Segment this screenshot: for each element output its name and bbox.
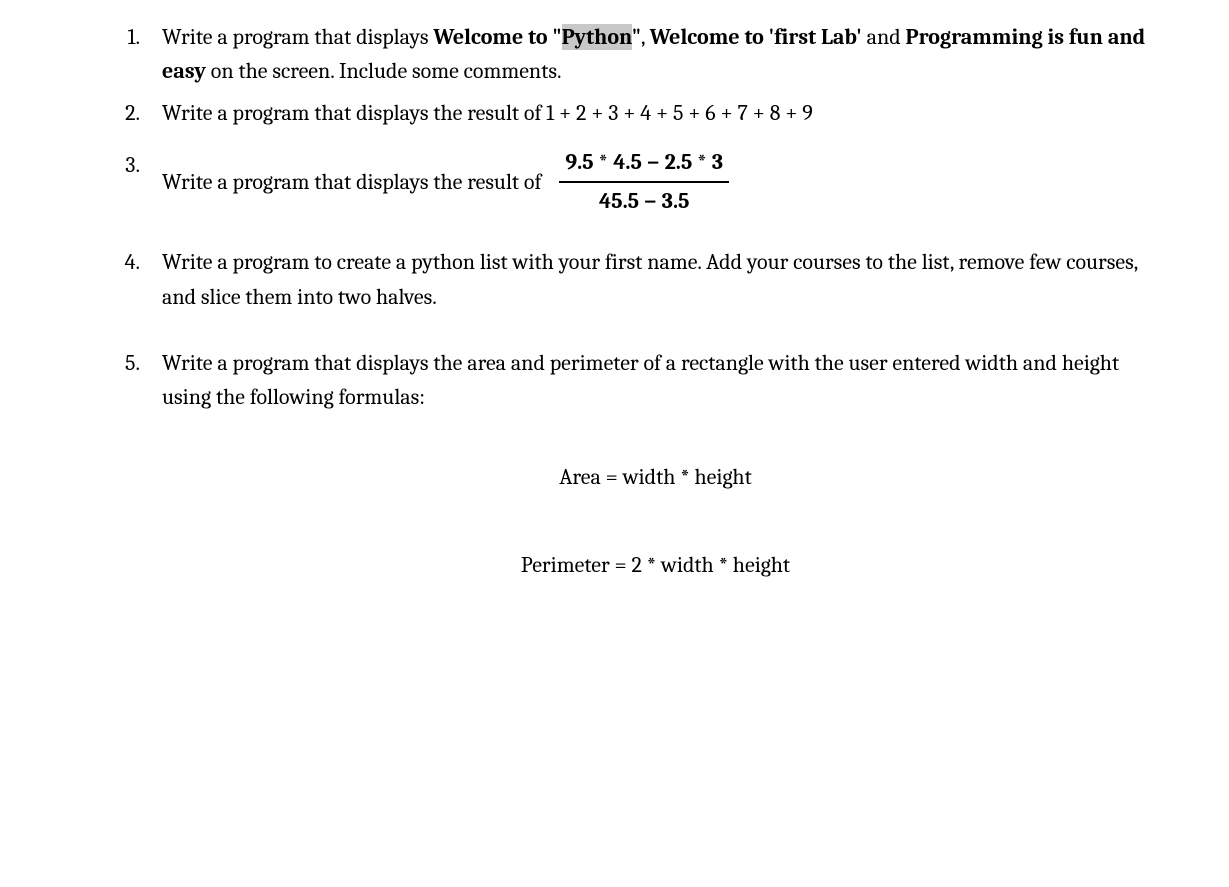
q3-line: Write a program that displays the result… [162, 148, 1149, 215]
q1-bold-1a: Welcome to " [433, 24, 561, 50]
q5-formula-area: Area = width * height [162, 460, 1149, 494]
q3-numerator: 9.5 * 4.5 − 2.5 * 3 [559, 148, 729, 181]
q5-text: Write a program that displays the area a… [162, 350, 1119, 410]
question-2: Write a program that displays the result… [100, 96, 1149, 130]
spacer [162, 512, 1149, 530]
question-3: Write a program that displays the result… [100, 148, 1149, 215]
q1-sep1: , [641, 24, 650, 50]
question-5: Write a program that displays the area a… [100, 346, 1149, 582]
spacer [162, 414, 1149, 442]
q2-text: Write a program that displays the result… [162, 100, 813, 126]
q1-highlight-python: Python [562, 24, 632, 50]
q3-denominator: 45.5 − 3.5 [593, 183, 696, 216]
q1-tail: on the screen. Include some comments. [206, 58, 562, 84]
q3-fraction: 9.5 * 4.5 − 2.5 * 3 45.5 − 3.5 [559, 148, 729, 215]
question-1: Write a program that displays Welcome to… [100, 20, 1149, 88]
q3-text: Write a program that displays the result… [162, 165, 541, 199]
question-4: Write a program to create a python list … [100, 245, 1149, 313]
question-list: Write a program that displays Welcome to… [100, 20, 1149, 582]
q1-bold-1b: " [632, 24, 641, 50]
q1-mid: and [862, 24, 906, 50]
q1-text-1: Write a program that displays [162, 24, 433, 50]
q4-text: Write a program to create a python list … [162, 249, 1138, 309]
q5-formula-perimeter: Perimeter = 2 * width * height [162, 548, 1149, 582]
q1-bold-2: Welcome to 'first Lab' [650, 24, 862, 50]
